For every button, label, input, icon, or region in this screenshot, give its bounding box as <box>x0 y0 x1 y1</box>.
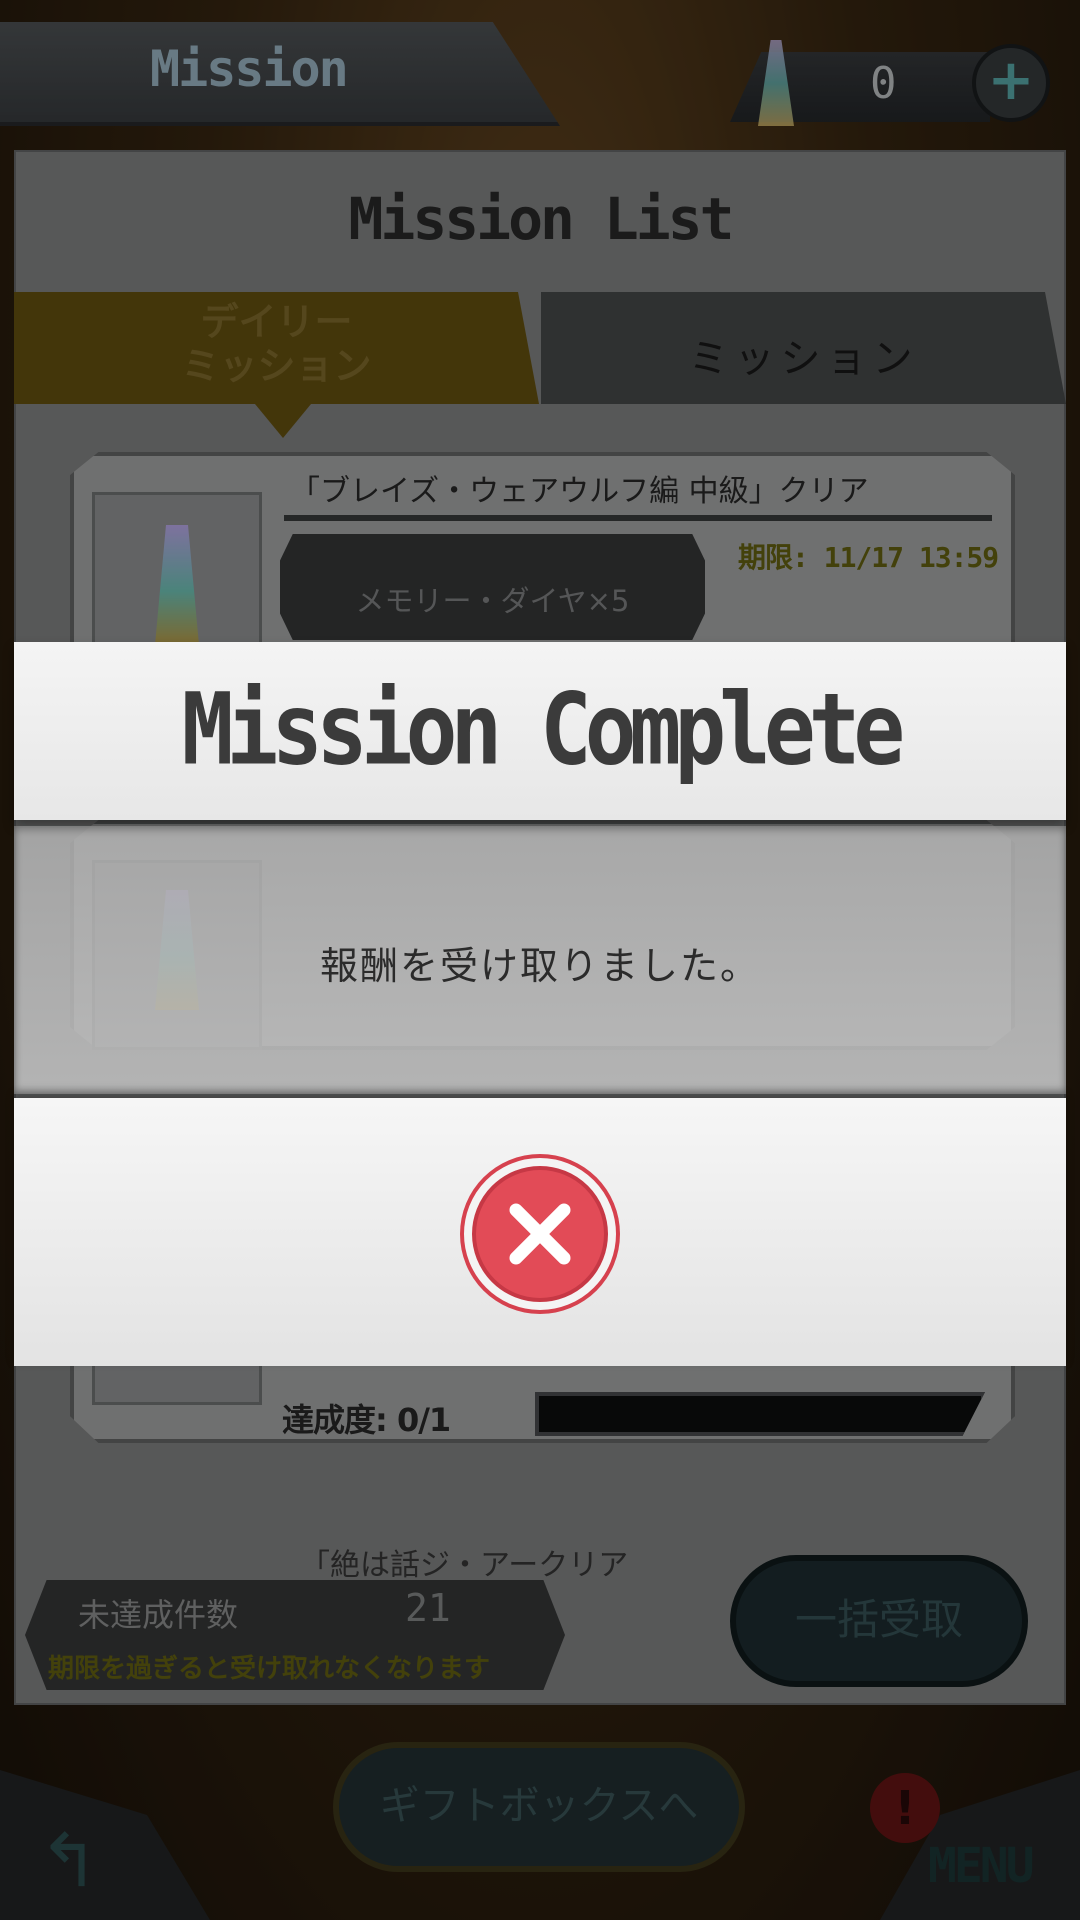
modal-title: Mission Complete <box>181 672 905 788</box>
close-icon <box>509 1203 571 1265</box>
modal-message: 報酬を受け取りました。 <box>319 944 760 988</box>
